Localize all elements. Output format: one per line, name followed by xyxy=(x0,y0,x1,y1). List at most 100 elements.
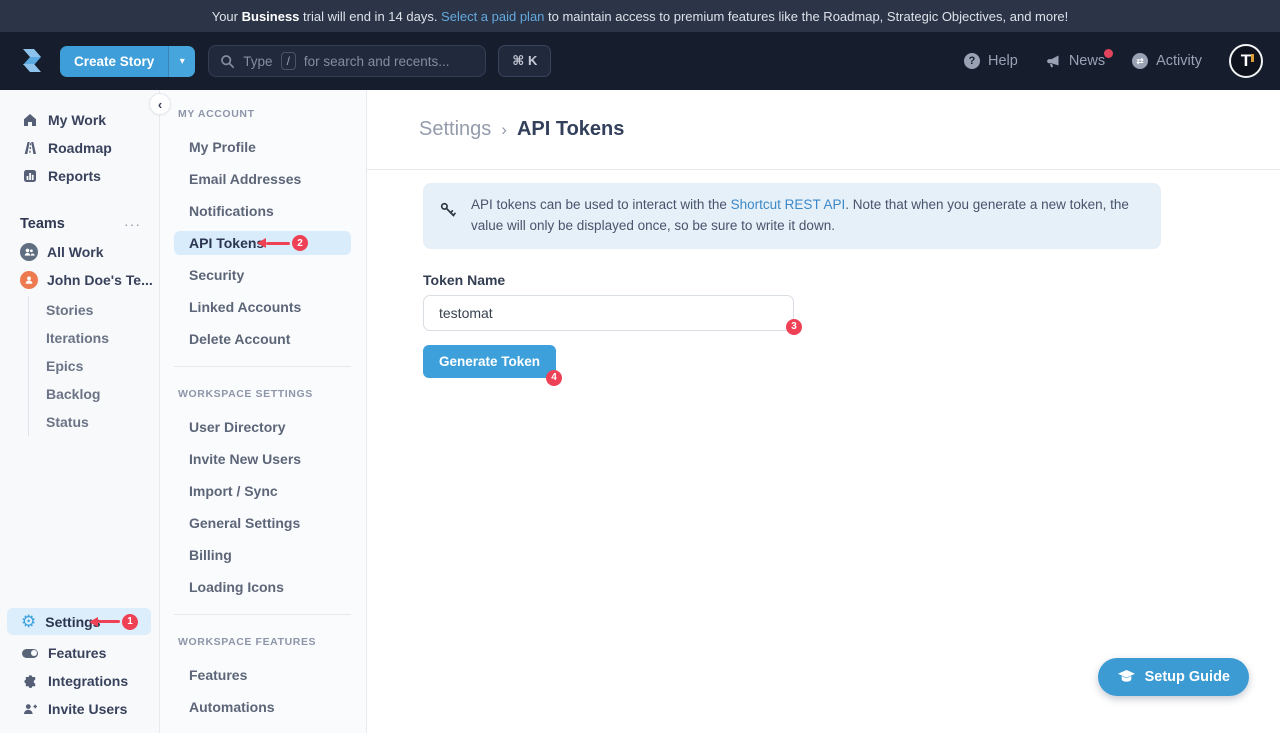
sidebar-item-invite-users[interactable]: Invite Users xyxy=(0,695,159,723)
settings-nav-item-notifications[interactable]: Notifications xyxy=(174,199,351,223)
settings-nav-item-billing[interactable]: Billing xyxy=(174,543,351,567)
select-paid-plan-link[interactable]: Select a paid plan xyxy=(441,9,544,24)
settings-nav-item-email-addresses[interactable]: Email Addresses xyxy=(174,167,351,191)
settings-nav-item-features[interactable]: Features xyxy=(174,663,351,687)
setup-guide-button[interactable]: Setup Guide xyxy=(1098,658,1249,696)
activity-icon: ⇄ xyxy=(1132,53,1148,69)
sidebar-item-label: Settings xyxy=(45,614,100,630)
activity-menu[interactable]: ⇄ Activity xyxy=(1132,53,1202,69)
workspace-avatar[interactable]: T xyxy=(1229,44,1263,78)
cmd-k-shortcut-badge[interactable]: ⌘ K xyxy=(498,45,551,77)
road-icon xyxy=(22,140,38,156)
token-name-input[interactable] xyxy=(423,295,794,331)
search-input[interactable]: Type / for search and recents... xyxy=(208,45,486,77)
sidebar-item-label: Invite Users xyxy=(48,701,127,717)
trial-banner: Your Business trial will end in 14 days.… xyxy=(0,0,1280,32)
teams-overflow-menu[interactable]: ··· xyxy=(124,216,141,232)
all-work-avatar xyxy=(20,243,38,261)
puzzle-icon xyxy=(22,673,38,689)
sidebar-bottom-group: ⚙ Settings 1 Features Integrations xyxy=(0,608,159,733)
key-icon xyxy=(439,201,458,220)
team-child-iterations[interactable]: Iterations xyxy=(46,324,159,352)
shortcut-logo-icon[interactable] xyxy=(17,46,47,76)
avatar-initial: T xyxy=(1241,51,1251,71)
help-label: Help xyxy=(988,53,1018,69)
top-navbar: Create Story ▾ Type / for search and rec… xyxy=(0,32,1280,90)
info-text-before: API tokens can be used to interact with … xyxy=(471,197,731,212)
breadcrumb-settings[interactable]: Settings xyxy=(419,118,491,141)
api-tokens-info-note: API tokens can be used to interact with … xyxy=(423,183,1161,249)
bar-chart-icon xyxy=(22,168,38,184)
info-text: API tokens can be used to interact with … xyxy=(471,195,1145,237)
sidebar-item-label: Roadmap xyxy=(48,140,112,156)
section-title-workspace-features: WORKSPACE FEATURES xyxy=(160,636,366,648)
settings-nav-item-api-tokens[interactable]: API Tokens 2 xyxy=(174,231,351,255)
team-item-all-work[interactable]: All Work xyxy=(0,238,159,266)
team-child-stories[interactable]: Stories xyxy=(46,296,159,324)
teams-section-header: Teams ··· xyxy=(0,216,159,232)
avatar-accent-mark xyxy=(1251,54,1254,62)
sidebar-item-settings[interactable]: ⚙ Settings 1 xyxy=(7,608,151,635)
create-story-label[interactable]: Create Story xyxy=(60,46,168,77)
settings-nav-item-general-settings[interactable]: General Settings xyxy=(174,511,351,535)
shortcut-rest-api-link[interactable]: Shortcut REST API xyxy=(731,197,846,212)
page-title: API Tokens xyxy=(517,118,624,141)
settings-nav-item-user-directory[interactable]: User Directory xyxy=(174,415,351,439)
navbar-right-group: ? Help News ⇄ Activity T xyxy=(964,44,1263,78)
sidebar-item-label: My Work xyxy=(48,112,106,128)
annotation-badge-2: 2 xyxy=(292,235,308,251)
settings-nav-item-invite-new-users[interactable]: Invite New Users xyxy=(174,447,351,471)
main-content: Settings › API Tokens API tokens can be … xyxy=(367,90,1280,733)
team-children-list: Stories Iterations Epics Backlog Status xyxy=(28,296,159,436)
sidebar-item-roadmap[interactable]: Roadmap xyxy=(0,134,159,162)
settings-nav-item-label: API Tokens xyxy=(189,235,264,251)
graduation-cap-icon xyxy=(1117,669,1136,685)
sidebar-collapse-button[interactable]: ‹ xyxy=(149,93,171,115)
settings-nav-item-teams[interactable]: Teams xyxy=(174,727,351,733)
settings-nav-item-delete-account[interactable]: Delete Account xyxy=(174,327,351,351)
team-label: All Work xyxy=(47,244,104,260)
invite-user-icon xyxy=(22,701,38,717)
app-shell: ‹ My Work Roadmap xyxy=(0,90,1280,733)
api-tokens-panel: API tokens can be used to interact with … xyxy=(367,170,1280,378)
sidebar-item-label: Reports xyxy=(48,168,101,184)
settings-nav-item-automations[interactable]: Automations xyxy=(174,695,351,719)
sidebar-item-features[interactable]: Features xyxy=(0,639,159,667)
sidebar-item-label: Integrations xyxy=(48,673,128,689)
generate-token-button[interactable]: Generate Token xyxy=(423,345,556,378)
toggle-icon xyxy=(22,645,38,661)
sidebar-item-my-work[interactable]: My Work xyxy=(0,106,159,134)
token-name-input-wrap: 3 xyxy=(423,295,794,331)
team-avatar xyxy=(20,271,38,289)
create-story-dropdown-caret[interactable]: ▾ xyxy=(168,46,195,77)
settings-nav-item-import-sync[interactable]: Import / Sync xyxy=(174,479,351,503)
annotation-arrow-2: 2 xyxy=(257,235,308,251)
help-menu[interactable]: ? Help xyxy=(964,53,1018,69)
search-icon xyxy=(220,54,235,69)
house-icon xyxy=(22,112,38,128)
slash-key-hint: / xyxy=(281,52,296,70)
section-title-my-account: MY ACCOUNT xyxy=(160,108,366,120)
settings-nav: MY ACCOUNT My Profile Email Addresses No… xyxy=(160,90,367,733)
token-name-label: Token Name xyxy=(423,272,1280,288)
news-menu[interactable]: News xyxy=(1045,53,1105,69)
sidebar-item-label: Features xyxy=(48,645,106,661)
settings-nav-item-security[interactable]: Security xyxy=(174,263,351,287)
team-item-john-does-team[interactable]: John Doe's Te... xyxy=(0,266,159,294)
settings-nav-item-loading-icons[interactable]: Loading Icons xyxy=(174,575,351,599)
search-placeholder-rest: for search and recents... xyxy=(304,54,450,69)
create-story-button[interactable]: Create Story ▾ xyxy=(60,46,195,77)
breadcrumb-separator: › xyxy=(501,120,507,140)
team-child-backlog[interactable]: Backlog xyxy=(46,380,159,408)
sidebar-item-reports[interactable]: Reports xyxy=(0,162,159,190)
news-label: News xyxy=(1069,53,1105,69)
page-header: Settings › API Tokens xyxy=(367,90,1280,170)
search-placeholder-word: Type xyxy=(243,54,272,69)
settings-nav-item-linked-accounts[interactable]: Linked Accounts xyxy=(174,295,351,319)
team-child-epics[interactable]: Epics xyxy=(46,352,159,380)
settings-nav-item-my-profile[interactable]: My Profile xyxy=(174,135,351,159)
banner-text-prefix: Your xyxy=(212,9,242,24)
team-child-status[interactable]: Status xyxy=(46,408,159,436)
sidebar-item-integrations[interactable]: Integrations xyxy=(0,667,159,695)
help-icon: ? xyxy=(964,53,980,69)
